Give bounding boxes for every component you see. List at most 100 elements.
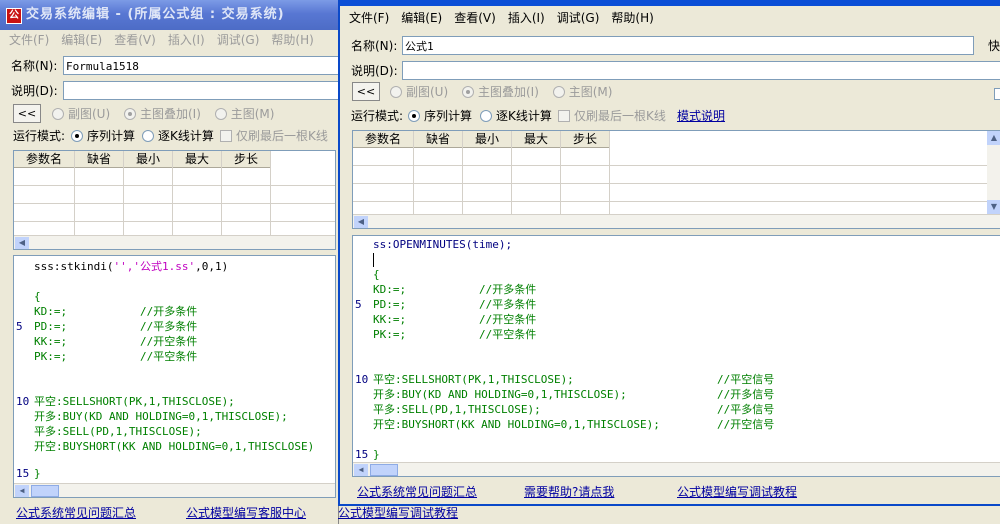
code-editor[interactable]: ss:OPENMINUTES(time); { KD:=; //开多条件 5 P… [352,235,1000,477]
radio-sub-chart[interactable]: 副图(U) [390,85,448,99]
name-input[interactable]: 公式1 [402,36,974,55]
menu-debug[interactable]: 调试(G) [217,33,260,47]
menu-help[interactable]: 帮助(H) [611,11,653,25]
title-bar[interactable] [340,0,1000,6]
link-mode-description[interactable]: 模式说明 [677,105,725,127]
radio-label: 序列计算 [424,109,473,123]
grid-line [413,131,414,214]
col-max[interactable]: 最大 [173,151,222,168]
menu-insert[interactable]: 插入(I) [508,11,545,25]
code-comment: //开空条件 [140,335,198,348]
code-comment: //平空条件 [479,328,537,341]
scroll-left-icon[interactable]: ◀ [15,485,29,497]
menu-view[interactable]: 查看(V) [114,33,156,47]
code-line: { [373,268,380,281]
scroll-left-icon[interactable]: ◀ [15,237,29,249]
radio-circle [142,130,154,142]
checkbox-box [220,130,232,142]
code-line: } [34,467,41,480]
menu-file[interactable]: 文件(F) [9,33,49,47]
param-table-hscroll[interactable]: ◀ [353,214,1000,228]
scroll-left-icon[interactable]: ◀ [354,464,368,476]
run-mode-label: 运行模式: [13,129,66,143]
desc-input[interactable] [402,61,1000,80]
link-service-center[interactable]: 公式模型编写客服中心 [186,504,306,521]
radio-circle [214,108,227,120]
col-param-name[interactable]: 参数名 [353,131,414,148]
code-text: ss:OPENMINUTES(time); [373,238,513,251]
code-line: 开多:BUY(KD AND HOLDING=0,1,THISCLOSE); [373,388,627,401]
radio-circle [52,108,64,120]
scroll-up-icon[interactable]: ▲ [987,131,1000,145]
radio-label: 副图(U) [406,85,449,99]
col-param-name[interactable]: 参数名 [14,151,75,168]
line-number: 15 [16,467,30,480]
desc-row: 说明(D): [340,60,1000,82]
radio-sub-chart[interactable]: 副图(U) [52,107,110,121]
code-line: KK:=; [373,313,407,326]
checkbox-label: 仅刷最后一根K线 [574,109,666,123]
grid-line [172,151,173,236]
collapse-button[interactable]: << [13,104,41,123]
col-default[interactable]: 缺省 [414,131,463,148]
code-line: 开多:BUY(KD AND HOLDING=0,1,THISCLOSE); [34,410,288,423]
param-table: 参数名 缺省 最小 最大 步长 ▲ ▼ ◀ [352,130,1000,229]
radio-main-overlay[interactable]: 主图叠加(I) [461,85,539,99]
col-default[interactable]: 缺省 [75,151,124,168]
code-comment: //平多条件 [479,298,537,311]
editor-hscroll[interactable]: ◀ [14,483,335,497]
grid-line [353,165,987,166]
param-table-hscroll[interactable]: ◀ [14,235,335,249]
col-step[interactable]: 步长 [561,131,610,148]
scroll-thumb[interactable] [31,485,59,497]
link-debug-tutorial[interactable]: 公式模型编写调试教程 [338,504,458,521]
param-table-vscroll[interactable]: ▲ ▼ [987,131,1000,214]
radio-per-bar[interactable]: 逐K线计算 [142,125,214,147]
col-step[interactable]: 步长 [222,151,271,168]
collapse-button[interactable]: << [352,82,380,101]
scroll-down-icon[interactable]: ▼ [987,200,1000,214]
col-min[interactable]: 最小 [124,151,173,168]
radio-sequence[interactable]: 序列计算 [71,125,135,147]
menu-insert[interactable]: 插入(I) [168,33,205,47]
grid-line [462,131,463,214]
link-need-help[interactable]: 需要帮助?请点我 [524,483,614,500]
desc-input[interactable] [63,81,338,100]
radio-sequence[interactable]: 序列计算 [408,105,472,127]
menu-help[interactable]: 帮助(H) [271,33,313,47]
grid-line [123,151,124,236]
radio-circle [71,130,83,142]
top-right-checkbox[interactable] [994,88,1000,100]
radio-label: 逐K线计算 [496,109,552,123]
code-line: PK:=; [373,328,407,341]
name-input[interactable]: Formula1518 [63,56,338,75]
menu-debug[interactable]: 调试(G) [557,11,600,25]
radio-main-overlay[interactable]: 主图叠加(I) [123,107,201,121]
code-line: sss:stkindi('','公式1.ss',0,1) [34,259,228,274]
link-faq[interactable]: 公式系统常见问题汇总 [357,483,477,500]
scroll-left-icon[interactable]: ◀ [354,216,368,228]
col-max[interactable]: 最大 [512,131,561,148]
fast-label: 快 [988,39,1000,53]
menu-view[interactable]: 查看(V) [454,11,496,25]
grid-line [609,131,610,214]
last-bar-only-checkbox[interactable]: 仅刷最后一根K线 [220,125,328,147]
grid-line [353,201,987,202]
radio-per-bar[interactable]: 逐K线计算 [480,105,552,127]
col-min[interactable]: 最小 [463,131,512,148]
link-debug-tutorial[interactable]: 公式模型编写调试教程 [677,483,797,500]
last-bar-only-checkbox[interactable]: 仅刷最后一根K线 [558,105,666,127]
chart-type-group: 副图(U) 主图叠加(I) 主图(M) [390,81,680,103]
radio-main-chart[interactable]: 主图(M) [214,107,274,121]
desc-label: 说明(D): [351,64,398,78]
link-faq[interactable]: 公式系统常见问题汇总 [16,504,136,521]
menu-file[interactable]: 文件(F) [349,11,389,25]
menu-edit[interactable]: 编辑(E) [401,11,442,25]
scroll-thumb[interactable] [370,464,398,476]
code-editor[interactable]: sss:stkindi('','公式1.ss',0,1) { KD:=; //开… [13,255,336,498]
editor-hscroll[interactable]: ◀ [353,462,1000,476]
menu-edit[interactable]: 编辑(E) [61,33,102,47]
title-bar[interactable]: 公交易系统编辑 - (所属公式组 : 交易系统) [0,0,338,30]
run-mode-row: 运行模式: 序列计算 逐K线计算 仅刷最后一根K线 模式说明 [340,105,1000,127]
radio-main-chart[interactable]: 主图(M) [552,85,612,99]
